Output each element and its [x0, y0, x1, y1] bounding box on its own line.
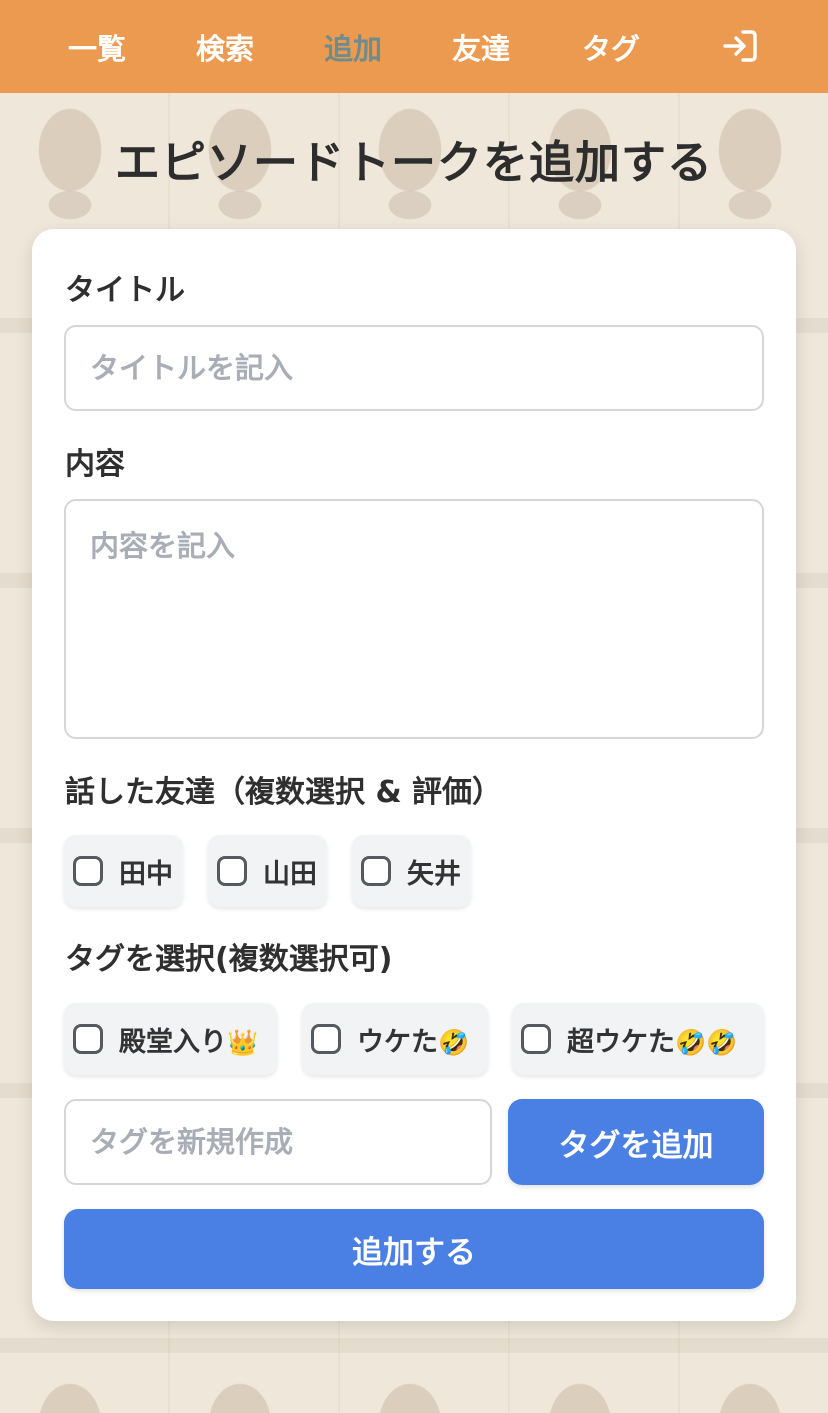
top-nav: 一覧 検索 追加 友達 タグ: [0, 0, 828, 93]
nav-item-search[interactable]: 検索: [196, 26, 254, 68]
add-tag-button[interactable]: タグを追加: [508, 1099, 764, 1185]
tag-name: ウケた🤣: [357, 1026, 470, 1058]
title-input[interactable]: [64, 325, 764, 411]
friend-checkbox-yai[interactable]: 矢井: [352, 835, 471, 907]
laughing-emoji-icon: 🤣: [438, 1027, 470, 1057]
crown-emoji-icon: 👑: [227, 1027, 259, 1057]
title-label: タイトル: [65, 273, 185, 308]
tags-label: タグを選択(複数選択可): [65, 942, 393, 977]
content-textarea[interactable]: [64, 499, 764, 739]
content-label: 内容: [65, 447, 125, 482]
friend-name: 田中: [119, 858, 173, 890]
friend-checkbox-tanaka[interactable]: 田中: [64, 835, 183, 907]
tag-name: 殿堂入り👑: [119, 1026, 259, 1058]
nav-item-tags[interactable]: タグ: [582, 26, 640, 68]
checkbox[interactable]: [217, 856, 247, 886]
checkbox[interactable]: [73, 1024, 103, 1054]
tag-checkbox-hall-of-fame[interactable]: 殿堂入り👑: [64, 1003, 277, 1075]
episode-form-card: タイトル 内容 話した友達（複数選択 & 評価） 田中 山田 矢井 タグを選択(…: [32, 229, 796, 1321]
laughing-emoji-icon: 🤣🤣: [675, 1027, 738, 1057]
checkbox[interactable]: [361, 856, 391, 886]
nav-item-friends[interactable]: 友達: [452, 26, 510, 68]
tag-name: 超ウケた🤣🤣: [567, 1026, 738, 1058]
page-title: エピソードトークを追加する: [114, 136, 713, 189]
submit-button[interactable]: 追加する: [64, 1209, 764, 1289]
login-icon[interactable]: [722, 29, 758, 63]
friend-name: 矢井: [407, 858, 461, 890]
friend-name: 山田: [263, 858, 317, 890]
tag-checkbox-uketa[interactable]: ウケた🤣: [302, 1003, 488, 1075]
nav-item-list[interactable]: 一覧: [68, 26, 126, 68]
checkbox[interactable]: [521, 1024, 551, 1054]
nav-item-add[interactable]: 追加: [324, 26, 382, 68]
checkbox[interactable]: [73, 856, 103, 886]
checkbox[interactable]: [311, 1024, 341, 1054]
new-tag-input[interactable]: [64, 1099, 492, 1185]
friends-label: 話した友達（複数選択 & 評価）: [65, 775, 503, 810]
friend-checkbox-yamada[interactable]: 山田: [208, 835, 327, 907]
tag-checkbox-super-uketa[interactable]: 超ウケた🤣🤣: [512, 1003, 764, 1075]
